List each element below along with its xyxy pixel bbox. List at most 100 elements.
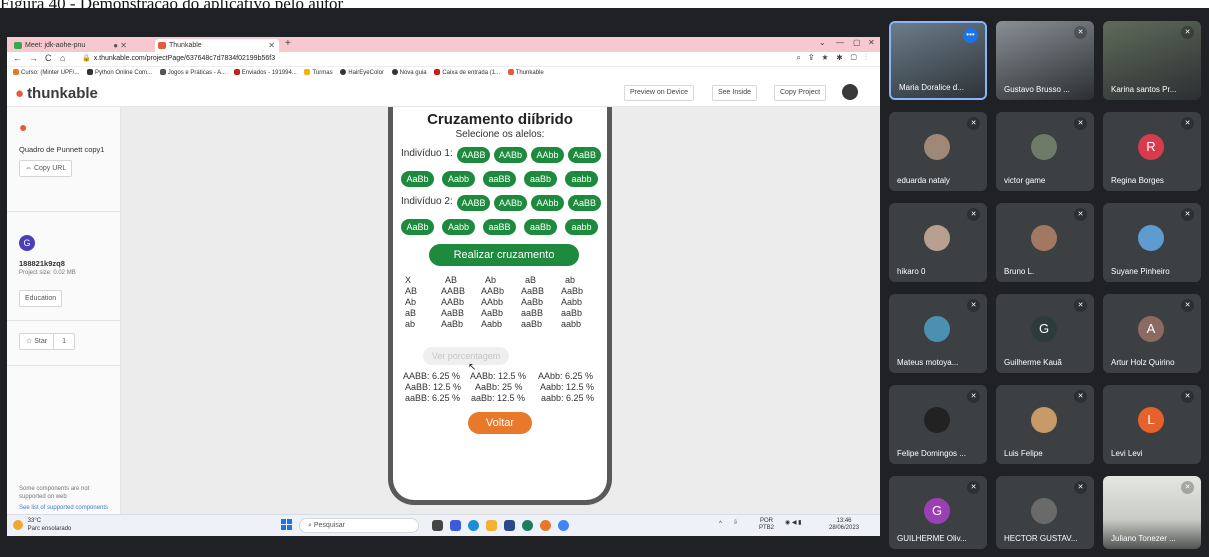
back-icon[interactable]: ←	[13, 53, 22, 63]
participant-tile[interactable]: ✕ Gustavo Brusso ...	[996, 21, 1094, 100]
close-tab-icon[interactable]: ✕	[268, 39, 275, 52]
supported-components-link[interactable]: See list of supported components	[19, 504, 109, 512]
copy-url-button[interactable]: ⇔ Copy URL	[19, 160, 73, 177]
see-inside-button[interactable]: See Inside	[712, 85, 758, 101]
participant-tile[interactable]: ✕ HECTOR GUSTAV...	[996, 476, 1094, 549]
participant-tile[interactable]: ✕ Felipe Domingos ...	[889, 385, 987, 464]
participant-tile[interactable]: ••• Maria Doralice d...	[889, 21, 987, 100]
allele-chip-ind1[interactable]: AaBb	[401, 171, 434, 187]
participant-tile[interactable]: R ✕ Regina Borges	[1103, 112, 1201, 191]
allele-chip-ind2[interactable]: AaBB	[568, 195, 601, 211]
network-volume-battery-icon[interactable]: ◉ ◀ ▮	[785, 520, 802, 527]
file-explorer-icon[interactable]	[486, 520, 497, 531]
store-icon[interactable]	[504, 520, 515, 531]
bookmark-item[interactable]: Enviados - 191994...	[233, 67, 297, 79]
allele-chip-ind1[interactable]: aaBB	[483, 171, 516, 187]
bookmark-item[interactable]: HairEyeColor	[340, 67, 384, 79]
allele-chip-ind2[interactable]: AABB	[457, 195, 490, 211]
participant-tile[interactable]: ✕ eduarda nataly	[889, 112, 987, 191]
app-icon[interactable]	[522, 520, 533, 531]
bookmark-item[interactable]: Nova guia	[391, 67, 427, 79]
extension-icons[interactable]: ⌕ ⇪ ★ ✱ ▢ ⋮	[796, 53, 870, 63]
participant-name: victor game	[1004, 176, 1046, 185]
participant-tile[interactable]: ✕ Luis Felipe	[996, 385, 1094, 464]
allele-chip-ind2[interactable]: aaBb	[524, 219, 557, 235]
participant-tile[interactable]: G ✕ Guilherme Kauã	[996, 294, 1094, 373]
realizar-cruzamento-button[interactable]: Realizar cruzamento	[429, 244, 579, 266]
chat-icon[interactable]	[450, 520, 461, 531]
participant-name: Felipe Domingos ...	[897, 449, 966, 458]
allele-chip-ind1[interactable]: AAbb	[531, 147, 564, 163]
bookmark-item[interactable]: Jogos e Práticas - A...	[159, 67, 226, 79]
allele-chip-ind2[interactable]: aabb	[565, 219, 598, 235]
project-title: Quadro de Punnett copy1	[19, 145, 105, 154]
participant-tile[interactable]: ✕ Suyane Pinheiro	[1103, 203, 1201, 282]
tray-app-icon[interactable]: ⇩	[733, 520, 738, 527]
allele-chip-ind1[interactable]: AaBB	[568, 147, 601, 163]
bookmark-item[interactable]: Thunkable	[507, 67, 544, 79]
thunkable-logo-icon: ●	[15, 85, 25, 102]
copy-project-button[interactable]: Copy Project	[774, 85, 827, 101]
bookmarks-bar: Curso: (Minter UPF/... Python Online Com…	[7, 67, 880, 79]
maximize-icon[interactable]: ▢	[853, 38, 861, 47]
bookmark-item[interactable]: Curso: (Minter UPF/...	[13, 67, 79, 79]
allele-chip-ind1[interactable]: AABB	[457, 147, 490, 163]
owner-avatar[interactable]: G	[19, 235, 35, 251]
star-button[interactable]: ☆ Star 1	[19, 333, 75, 350]
forward-icon[interactable]: →	[29, 53, 38, 63]
input-language[interactable]: POR PTB2	[759, 518, 774, 532]
allele-chip-ind1[interactable]: Aabb	[442, 171, 475, 187]
close-window-icon[interactable]: ✕	[868, 38, 875, 47]
allele-chip-ind2[interactable]: AAbb	[531, 195, 564, 211]
participant-tile[interactable]: ✕ Karina santos Pr...	[1103, 21, 1201, 100]
participant-tile[interactable]: ✕ Bruno L.	[996, 203, 1094, 282]
chevron-down-icon[interactable]: ⌄	[819, 38, 826, 47]
url-field[interactable]: 🔒 x.thunkable.com/projectPage/637648c7d78…	[82, 53, 742, 65]
bookmark-item[interactable]: Caixa de entrada (1...	[434, 67, 500, 79]
clock[interactable]: 13:46 28/06/2023	[829, 518, 859, 532]
participant-tile[interactable]: L ✕ Levi Levi	[1103, 385, 1201, 464]
minimize-icon[interactable]: —	[836, 38, 844, 47]
allele-chip-ind2[interactable]: AABb	[494, 195, 527, 211]
home-icon[interactable]: ⌂	[60, 53, 65, 63]
user-avatar[interactable]	[842, 84, 858, 100]
category-tag[interactable]: Education	[19, 290, 63, 307]
chrome-profile-icon[interactable]	[558, 520, 569, 531]
percent-row: AaBB: 12.5 % AaBb: 25 % Aabb: 12.5 %	[405, 382, 595, 392]
chrome-icon[interactable]	[540, 520, 551, 531]
allele-chip-ind2[interactable]: Aabb	[442, 219, 475, 235]
allele-chip-ind2[interactable]: aaBB	[483, 219, 516, 235]
lock-icon: 🔒	[82, 55, 91, 62]
participant-tile[interactable]: ✕ Mateus motoya...	[889, 294, 987, 373]
percent-row: AABB: 6.25 % AABb: 12.5 % AAbb: 6.25 %	[403, 371, 594, 381]
participant-tile[interactable]: ✕ Juliano Tonezer ...	[1103, 476, 1201, 549]
bookmark-item[interactable]: Python Online Com...	[87, 67, 152, 79]
allele-chip-ind2[interactable]: AaBb	[401, 219, 434, 235]
tray-chevron-icon[interactable]: ^	[719, 521, 722, 528]
tab-thunkable[interactable]: Thunkable ✕	[155, 39, 279, 52]
participant-tile[interactable]: ✕ hikaro 0	[889, 203, 987, 282]
thunkable-logo[interactable]: ● thunkable	[15, 85, 98, 102]
edge-icon[interactable]	[468, 520, 479, 531]
more-options-icon[interactable]: •••	[963, 28, 978, 43]
ver-porcentagem-button[interactable]: Ver porcentagem	[423, 347, 509, 365]
preview-on-device-button[interactable]: Preview on Device	[624, 85, 694, 101]
participant-tile[interactable]: G ✕ GUILHERME Oliv...	[889, 476, 987, 549]
participant-tile[interactable]: A ✕ Artur Holz Quirino	[1103, 294, 1201, 373]
browser-tab-bar: Meet: jdk-aohe-pnu ● ✕ Thunkable ✕ + ⌄ —…	[7, 37, 880, 52]
taskbar-search[interactable]: ⌕ Pesquisar	[299, 518, 419, 533]
new-tab-icon[interactable]: +	[285, 38, 291, 49]
allele-chip-ind1[interactable]: AABb	[494, 147, 527, 163]
voltar-button[interactable]: Voltar	[468, 412, 532, 434]
tab-meet[interactable]: Meet: jdk-aohe-pnu ● ✕	[11, 39, 131, 52]
allele-chip-ind1[interactable]: aabb	[565, 171, 598, 187]
windows-start-icon[interactable]	[281, 519, 293, 531]
allele-chip-ind1[interactable]: aaBb	[524, 171, 557, 187]
bookmark-item[interactable]: Turmas	[304, 67, 333, 79]
close-tab-icon[interactable]: ● ✕	[113, 39, 127, 52]
weather-widget[interactable]: 33°C Parc ensolarado	[13, 517, 71, 533]
participant-name: Guilherme Kauã	[1004, 358, 1062, 367]
participant-tile[interactable]: ✕ victor game	[996, 112, 1094, 191]
task-view-icon[interactable]	[432, 520, 443, 531]
reload-icon[interactable]: C	[45, 53, 52, 63]
